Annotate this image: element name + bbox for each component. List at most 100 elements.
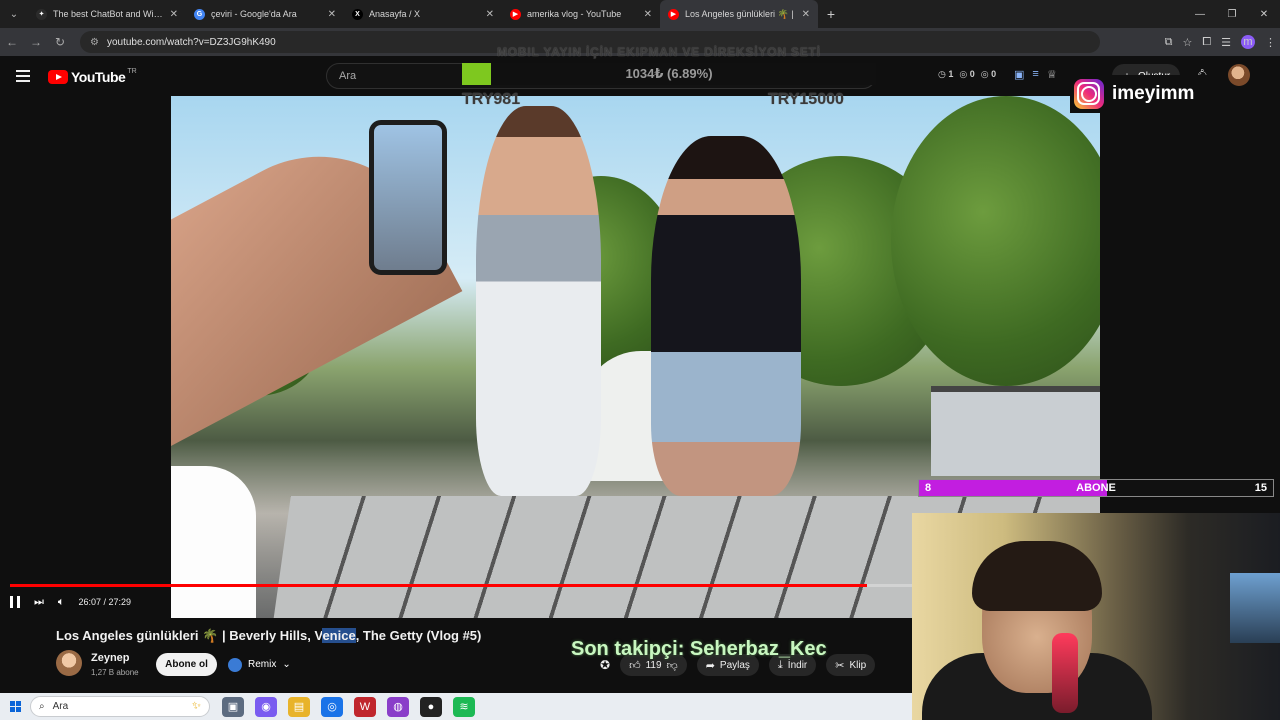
counter-value: 0 bbox=[991, 69, 997, 79]
last-follower-overlay: Son takipçi: Seherbaz_Kec bbox=[571, 638, 827, 660]
tab-favicon-icon: ▶ bbox=[668, 8, 679, 20]
minimize-icon[interactable]: — bbox=[1184, 0, 1216, 28]
cast-icon[interactable]: ⧉ bbox=[1165, 36, 1173, 49]
account-avatar[interactable] bbox=[1228, 64, 1250, 86]
filter-icon[interactable]: ≡ bbox=[1032, 68, 1038, 81]
extension-counters: ◷ 1 ◎ 0 ◎ 0 bbox=[938, 69, 996, 80]
next-icon[interactable]: ⏭︎ bbox=[34, 596, 44, 609]
tab-favicon-icon: G bbox=[194, 8, 205, 20]
counter-clock-icon: ◷ 1 bbox=[938, 69, 954, 79]
taskbar-search[interactable]: ⌕ Ara ✨︎ bbox=[30, 696, 210, 717]
window-controls: — ❐ ✕ bbox=[1184, 0, 1280, 28]
player-controls: ⏭︎ 🔈︎ 26:07 / 27:29 bbox=[10, 592, 131, 612]
trophy-icon[interactable]: ♕ bbox=[1047, 68, 1057, 81]
time-display: 26:07 / 27:29 bbox=[78, 597, 132, 607]
donation-goal-max: TRY15000 bbox=[768, 91, 844, 108]
windows-start-icon[interactable] bbox=[0, 693, 30, 720]
tab-close-icon[interactable]: ✕ bbox=[486, 9, 494, 20]
menu-hamburger-icon[interactable] bbox=[16, 70, 30, 82]
task-view-icon[interactable]: ▣ bbox=[222, 696, 244, 717]
clip-label: Klip bbox=[849, 659, 867, 671]
volume-icon[interactable]: 🔈︎ bbox=[58, 596, 65, 609]
video-title-selection: enice bbox=[322, 628, 356, 643]
copilot-icon[interactable]: ◉ bbox=[255, 696, 277, 717]
bookmark-star-icon[interactable]: ☆ bbox=[1182, 36, 1192, 49]
pause-icon[interactable] bbox=[10, 596, 20, 608]
winrar-icon[interactable]: W bbox=[354, 696, 376, 717]
tab-favicon-icon: ✦ bbox=[36, 8, 47, 20]
profile-avatar-icon[interactable]: m bbox=[1241, 35, 1255, 49]
video-scene-phone bbox=[369, 120, 447, 275]
taskbar-search-label: Ara bbox=[52, 701, 69, 712]
remix-label: Remix bbox=[248, 659, 277, 670]
video-scene-sleeve bbox=[171, 466, 256, 618]
browser-tab[interactable]: ✦ The best ChatBot and Widgets ✕ bbox=[28, 0, 186, 28]
url-text: youtube.com/watch?v=DZ3JG9hK490 bbox=[106, 36, 276, 48]
tabs: ✦ The best ChatBot and Widgets ✕ Gçeviri - … bbox=[28, 0, 818, 28]
reading-list-icon[interactable]: ☰ bbox=[1221, 36, 1231, 49]
video-progress-played bbox=[10, 584, 867, 587]
file-explorer-icon[interactable]: ▤ bbox=[288, 696, 310, 717]
tab-title: amerika vlog - YouTube bbox=[527, 9, 622, 19]
app-dark-icon[interactable]: ● bbox=[420, 696, 442, 717]
taskbar-apps: ▣ ◉ ▤ ◎ W ◍ ● ≋ bbox=[222, 696, 475, 717]
browser-tab[interactable]: ▶ Los Angeles günlükleri 🌴 | ✕ bbox=[660, 0, 818, 28]
more-menu-icon[interactable]: ⋮ bbox=[1265, 36, 1276, 49]
channel-avatar[interactable] bbox=[56, 650, 82, 676]
tab-title: Anasayfa / X bbox=[369, 9, 421, 19]
video-scene-person bbox=[651, 136, 801, 496]
instagram-overlay: imeyimm bbox=[1070, 75, 1220, 113]
video-progress-bar[interactable] bbox=[10, 584, 912, 587]
subscriber-goal-label: ABONE bbox=[1076, 482, 1116, 494]
chrome-icon[interactable]: ◎ bbox=[321, 696, 343, 717]
subscriber-goal-current: 8 bbox=[925, 482, 932, 494]
counter-eye-icon: ◎ 0 bbox=[959, 69, 975, 79]
download-label: İndir bbox=[787, 659, 808, 671]
browser-tab[interactable]: X Anasayfa / X ✕ bbox=[344, 0, 502, 28]
windows-taskbar: ⌕ Ara ✨︎ ▣ ◉ ▤ ◎ W ◍ ● ≋ bbox=[0, 693, 912, 720]
tab-search-chevron-icon[interactable]: ⌄ bbox=[0, 0, 28, 28]
back-arrow-icon[interactable]: ← bbox=[0, 35, 24, 49]
instagram-handle: imeyimm bbox=[1112, 83, 1195, 104]
remix-button[interactable]: Remix ⌄ bbox=[224, 653, 296, 676]
video-scene-table bbox=[931, 386, 1100, 476]
tab-close-icon[interactable]: ✕ bbox=[328, 9, 336, 20]
clip-button[interactable]: ✂ Klip bbox=[826, 654, 876, 676]
streamer-webcam bbox=[912, 513, 1280, 720]
close-window-icon[interactable]: ✕ bbox=[1248, 0, 1280, 28]
counter-value: 1 bbox=[948, 69, 954, 79]
webcam-hair bbox=[972, 541, 1102, 611]
tab-close-icon[interactable]: ✕ bbox=[644, 9, 652, 20]
share-label: Paylaş bbox=[719, 659, 750, 671]
channel-name[interactable]: Zeynep bbox=[91, 652, 130, 664]
donation-goal-progress: 1034₺ (6.89%) bbox=[625, 66, 713, 81]
webcam-microphone bbox=[1052, 633, 1078, 713]
browser-tab[interactable]: Gçeviri - Google'da Ara ✕ bbox=[186, 0, 344, 28]
tab-close-icon[interactable]: ✕ bbox=[802, 9, 810, 20]
youtube-logo[interactable]: YouTube TR bbox=[48, 68, 137, 85]
search-highlight-icon: ✨︎ bbox=[191, 700, 201, 712]
obs-icon[interactable]: ◍ bbox=[387, 696, 409, 717]
subscribe-button[interactable]: Abone ol bbox=[156, 653, 217, 676]
tab-title: The best ChatBot and Widgets bbox=[53, 9, 164, 19]
webcam-monitor bbox=[1230, 573, 1280, 643]
browser-tab-strip: ⌄ ✦ The best ChatBot and Widgets ✕ Gçeviri … bbox=[0, 0, 1280, 28]
reload-icon[interactable]: ↻ bbox=[48, 35, 72, 49]
instagram-icon bbox=[1074, 79, 1104, 109]
video-title: Los Angeles günlükleri 🌴 | Beverly Hills… bbox=[56, 628, 481, 644]
new-tab-plus-icon[interactable]: + bbox=[818, 6, 844, 22]
chevron-down-icon: ⌄ bbox=[282, 659, 291, 670]
maximize-icon[interactable]: ❐ bbox=[1216, 0, 1248, 28]
site-settings-icon[interactable]: ⚙ bbox=[90, 37, 99, 48]
extension-icon[interactable]: ▣ bbox=[1014, 68, 1024, 81]
spotify-icon[interactable]: ≋ bbox=[453, 696, 475, 717]
header-extension-icons: ▣ ≡ ♕ bbox=[1014, 68, 1057, 81]
extensions-puzzle-icon[interactable]: ⧠ bbox=[1202, 36, 1211, 49]
tab-close-icon[interactable]: ✕ bbox=[170, 9, 178, 20]
forward-arrow-icon[interactable]: → bbox=[24, 35, 48, 49]
screen: ⌄ ✦ The best ChatBot and Widgets ✕ Gçeviri … bbox=[0, 0, 1280, 720]
browser-tab[interactable]: ▶ amerika vlog - YouTube ✕ bbox=[502, 0, 660, 28]
counter-value: 0 bbox=[969, 69, 975, 79]
video-title-part: Los Angeles günlükleri 🌴 | Beverly Hills… bbox=[56, 628, 323, 643]
subscriber-goal-bar: ABONE 8 15 bbox=[918, 479, 1274, 497]
